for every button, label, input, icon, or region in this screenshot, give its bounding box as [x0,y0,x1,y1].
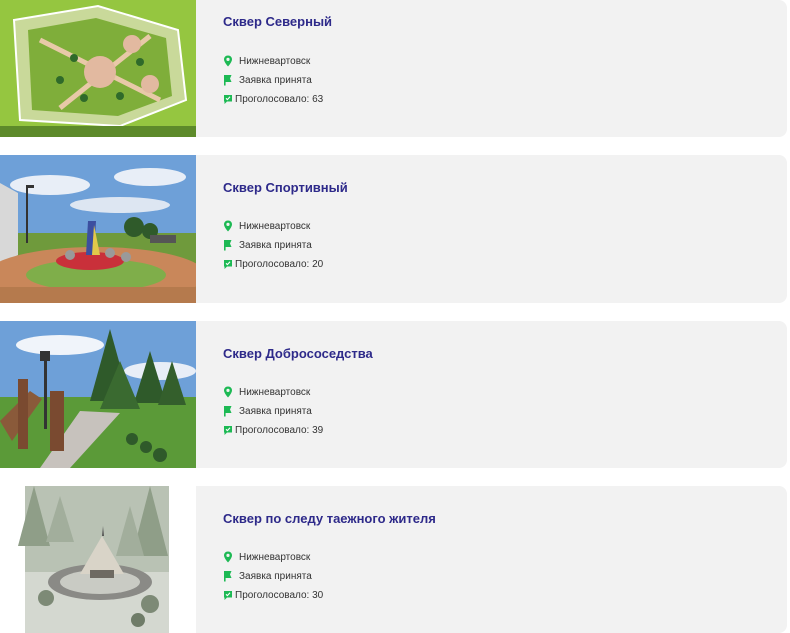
project-city-label: Нижневартовск [239,386,311,398]
project-image-taiga-square[interactable] [0,486,196,633]
vote-chat-icon [223,258,233,270]
project-status: Заявка принята [223,570,312,582]
project-image-good-neighbor-square[interactable] [0,321,196,468]
location-pin-icon [223,551,233,563]
project-status-label: Заявка принята [239,239,312,251]
flag-icon [223,74,233,86]
project-status-label: Заявка принята [239,74,312,86]
project-status-label: Заявка принята [239,405,312,417]
project-status: Заявка принята [223,405,312,417]
vote-chat-icon [223,93,233,105]
location-pin-icon [223,386,233,398]
project-votes-label: Проголосовало: 30 [235,589,324,601]
project-image-sport-square[interactable] [0,155,196,303]
project-city: Нижневартовск [223,551,310,563]
project-city-label: Нижневартовск [239,220,311,232]
project-title[interactable]: Сквер Спортивный [223,180,348,195]
location-pin-icon [223,55,233,67]
project-city-label: Нижневартовск [239,55,311,67]
vote-chat-icon [223,424,233,436]
project-image-site-plan[interactable] [0,0,196,137]
project-city: Нижневартовск [223,386,310,398]
project-city: Нижневартовск [223,220,310,232]
project-city-label: Нижневартовск [239,551,311,563]
projects-list: Сквер Северный Нижневартовск Заявка прин… [0,0,790,633]
project-title[interactable]: Сквер Северный [223,14,332,29]
flag-icon [223,570,233,582]
project-title[interactable]: Сквер Добрососедства [223,346,373,361]
vote-chat-icon [223,589,233,601]
project-status: Заявка принята [223,74,312,86]
flag-icon [223,405,233,417]
project-votes-label: Проголосовало: 63 [235,93,324,105]
project-card[interactable]: Сквер Добрососедства Нижневартовск Заявк… [0,321,787,468]
project-votes: Проголосовало: 30 [223,589,323,601]
project-status-label: Заявка принята [239,570,312,582]
project-title[interactable]: Сквер по следу таежного жителя [223,511,436,526]
project-card[interactable]: Сквер по следу таежного жителя Нижневарт… [0,486,787,633]
location-pin-icon [223,220,233,232]
project-votes: Проголосовало: 63 [223,93,323,105]
project-votes-label: Проголосовало: 39 [235,424,324,436]
project-card[interactable]: Сквер Северный Нижневартовск Заявка прин… [0,0,787,137]
project-card[interactable]: Сквер Спортивный Нижневартовск Заявка пр… [0,155,787,303]
project-votes: Проголосовало: 20 [223,258,323,270]
flag-icon [223,239,233,251]
project-status: Заявка принята [223,239,312,251]
project-votes-label: Проголосовало: 20 [235,258,324,270]
project-city: Нижневартовск [223,55,310,67]
project-votes: Проголосовало: 39 [223,424,323,436]
